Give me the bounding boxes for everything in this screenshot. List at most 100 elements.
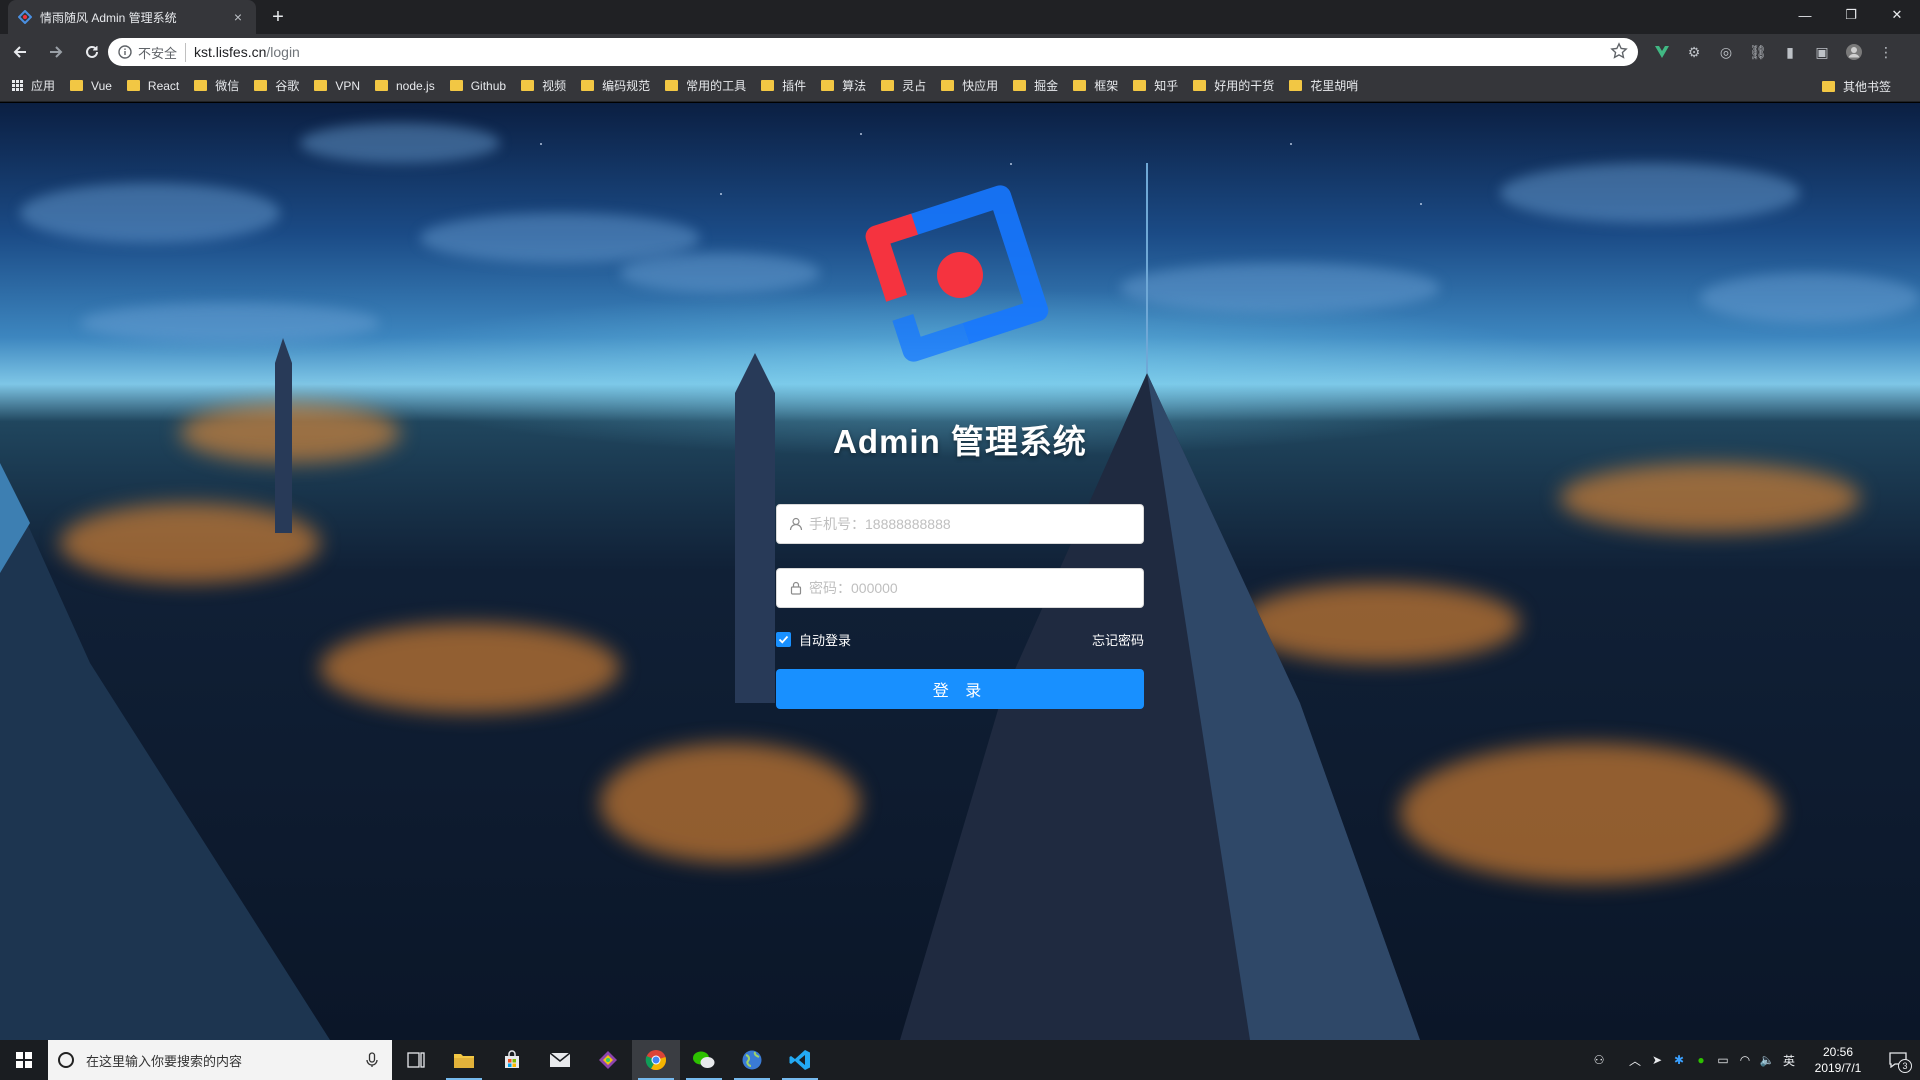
bookmark-folder[interactable]: 框架 <box>1073 77 1118 94</box>
show-hidden-icons-icon[interactable]: ︿ <box>1624 1052 1646 1069</box>
lock-icon <box>790 581 802 595</box>
forgot-password-link[interactable]: 忘记密码 <box>1092 630 1144 649</box>
vue-devtools-icon[interactable] <box>1646 36 1678 68</box>
taskbar-git-client[interactable] <box>584 1040 632 1080</box>
taskbar-chrome[interactable] <box>632 1040 680 1080</box>
bookmark-label: 微信 <box>215 79 240 93</box>
options-row: 自动登录 忘记密码 <box>776 628 1144 650</box>
bookmark-label: 花里胡哨 <box>1310 79 1359 93</box>
bookmark-folder[interactable]: 花里胡哨 <box>1289 77 1358 94</box>
clock[interactable]: 20:56 2019/7/1 <box>1800 1044 1876 1076</box>
browser-menu-icon[interactable]: ⋮ <box>1870 36 1902 68</box>
bookmark-folder[interactable]: 视频 <box>521 77 566 94</box>
bookmark-folder[interactable]: Vue <box>70 79 112 93</box>
bookmark-folder[interactable]: 掘金 <box>1013 77 1058 94</box>
back-icon <box>13 46 26 58</box>
forward-button[interactable] <box>40 36 72 68</box>
chrome-icon <box>645 1050 666 1071</box>
folder-icon <box>665 80 679 91</box>
extension-bookmark-icon[interactable]: ▮ <box>1774 36 1806 68</box>
folder-icon <box>449 80 463 91</box>
taskbar-browser-globe[interactable] <box>728 1040 776 1080</box>
bookmarks-bar: 应用 Vue React 微信 谷歌 VPN node.js Github 视频… <box>0 70 1920 102</box>
phone-field[interactable] <box>776 504 1144 544</box>
security-label: 不安全 <box>138 42 187 62</box>
login-button[interactable]: 登 录 <box>776 669 1144 709</box>
bookmark-label: 视频 <box>542 79 567 93</box>
action-center-button[interactable]: 3 <box>1876 1040 1920 1080</box>
bookmark-folder[interactable]: 微信 <box>194 77 239 94</box>
bookmark-folder[interactable]: 知乎 <box>1133 77 1178 94</box>
taskbar-search-box[interactable]: 在这里输入你要搜索的内容 <box>48 1040 392 1080</box>
bookmark-folder[interactable]: node.js <box>375 79 435 93</box>
extension-box-icon[interactable]: ▣ <box>1806 36 1838 68</box>
restore-button[interactable]: ❐ <box>1828 0 1874 30</box>
browser-toolbar: 不安全 kst.lisfes.cn/login ⚙ ◎ ⛓ ▮ ▣ ⋮ <box>0 34 1920 70</box>
password-input[interactable] <box>809 569 1143 607</box>
phone-input[interactable] <box>809 505 1143 543</box>
bookmark-folder[interactable]: 好用的干货 <box>1193 77 1274 94</box>
reload-button[interactable] <box>76 36 108 68</box>
folder-icon <box>1193 80 1207 91</box>
tab-close-icon[interactable]: × <box>230 9 246 25</box>
bookmark-apps[interactable]: 应用 <box>12 77 55 94</box>
wifi-icon[interactable]: ◠ <box>1734 1053 1756 1067</box>
bluetooth-icon[interactable]: ✱ <box>1668 1053 1690 1067</box>
volume-icon[interactable]: 🔈 <box>1756 1053 1778 1067</box>
password-field[interactable] <box>776 568 1144 608</box>
task-view-button[interactable] <box>392 1040 440 1080</box>
wechat-tray-icon[interactable]: ● <box>1690 1053 1712 1067</box>
send-icon[interactable]: ➤ <box>1646 1053 1668 1067</box>
bookmark-folder[interactable]: 谷歌 <box>254 77 299 94</box>
bookmark-folder[interactable]: 快应用 <box>941 77 998 94</box>
auto-login-checkbox[interactable]: 自动登录 <box>776 630 851 649</box>
extension-gear-icon[interactable]: ⚙ <box>1678 36 1710 68</box>
url-text: kst.lisfes.cn/login <box>194 44 300 60</box>
bookmark-folder[interactable]: React <box>126 79 179 93</box>
bookmark-folder[interactable]: 算法 <box>821 77 866 94</box>
taskbar-search-placeholder: 在这里输入你要搜索的内容 <box>86 1053 243 1069</box>
folder-icon <box>314 80 328 91</box>
taskbar-vscode[interactable] <box>776 1040 824 1080</box>
profile-avatar-icon[interactable] <box>1838 36 1870 68</box>
store-icon <box>505 1050 519 1068</box>
checkbox-checked[interactable] <box>776 631 791 647</box>
url-host: kst.lisfes.cn <box>194 44 267 60</box>
taskbar-file-explorer[interactable] <box>440 1040 488 1080</box>
browser-tab-active[interactable]: 情雨随风 Admin 管理系统 × <box>8 0 256 34</box>
battery-icon[interactable]: ▭ <box>1712 1053 1734 1067</box>
bookmark-star-icon[interactable] <box>1610 42 1628 60</box>
extension-link-icon[interactable]: ⛓ <box>1742 36 1774 68</box>
bookmark-folder[interactable]: 灵占 <box>881 77 926 94</box>
ime-indicator[interactable]: 英 <box>1778 1052 1800 1069</box>
start-button[interactable] <box>0 1040 48 1080</box>
people-icon[interactable]: ⚇ <box>1588 1053 1610 1067</box>
bookmark-folder[interactable]: 编码规范 <box>581 77 650 94</box>
bookmark-label: 应用 <box>31 79 56 93</box>
minimize-button[interactable]: — <box>1782 0 1828 30</box>
file-explorer-icon <box>454 1054 474 1068</box>
mic-icon[interactable] <box>366 1052 378 1068</box>
bookmark-folder[interactable]: VPN <box>314 79 360 93</box>
bookmark-label: 灵占 <box>902 79 927 93</box>
bookmark-label: 框架 <box>1094 79 1119 93</box>
taskbar-store[interactable] <box>488 1040 536 1080</box>
wechat-icon <box>693 1051 715 1068</box>
taskbar-wechat[interactable] <box>680 1040 728 1080</box>
other-bookmarks-folder[interactable]: 其他书签 <box>1821 78 1891 95</box>
browser-tab-strip: 情雨随风 Admin 管理系统 × + — ❐ ✕ <box>0 0 1920 34</box>
taskbar-mail[interactable] <box>536 1040 584 1080</box>
folder-icon <box>821 80 835 91</box>
extension-target-icon[interactable]: ◎ <box>1710 36 1742 68</box>
bookmark-folder[interactable]: Github <box>449 79 506 93</box>
bookmark-label: 掘金 <box>1034 79 1059 93</box>
bookmark-label: 编码规范 <box>602 79 651 93</box>
new-tab-button[interactable]: + <box>264 3 292 31</box>
back-button[interactable] <box>4 36 36 68</box>
bookmark-folder[interactable]: 常用的工具 <box>665 77 746 94</box>
windows-icon <box>16 1052 32 1068</box>
bookmark-label: 知乎 <box>1154 79 1179 93</box>
close-window-button[interactable]: ✕ <box>1874 0 1920 30</box>
bookmark-folder[interactable]: 插件 <box>761 77 806 94</box>
address-bar[interactable]: 不安全 kst.lisfes.cn/login <box>108 38 1638 66</box>
